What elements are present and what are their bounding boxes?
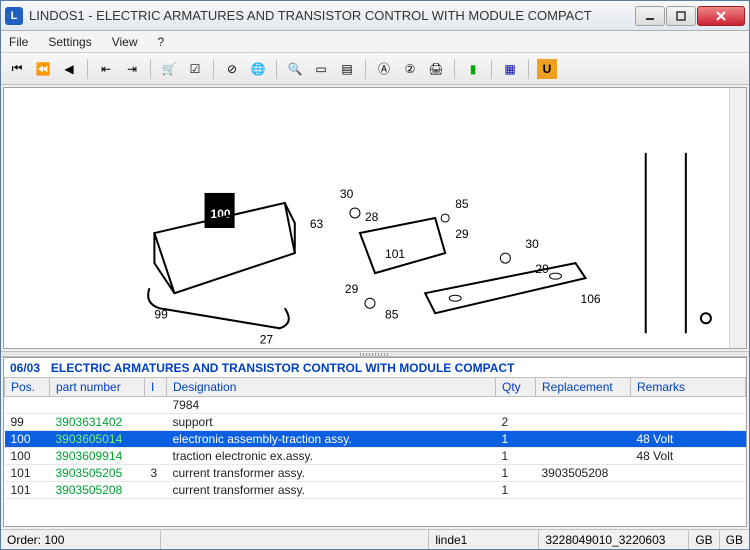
zoom-in-icon[interactable]: 🔍 — [285, 59, 305, 79]
callout-85a: 85 — [455, 197, 469, 211]
callout-85b: 85 — [385, 307, 399, 321]
col-desig[interactable]: Designation — [167, 378, 496, 397]
expand-left-icon[interactable]: ⇤ — [96, 59, 116, 79]
callout-29b: 29 — [535, 262, 549, 276]
u-button-icon[interactable]: U — [537, 59, 557, 79]
menu-view[interactable]: View — [108, 33, 142, 51]
callout-28: 28 — [365, 210, 379, 224]
checklist-icon[interactable]: ☑ — [185, 59, 205, 79]
letter-a-icon[interactable]: Ⓐ — [374, 59, 394, 79]
diagram-pane[interactable]: 100 99 27 63 101 30 28 85 29 106 30 — [3, 87, 747, 349]
col-pos[interactable]: Pos. — [5, 378, 50, 397]
table-row[interactable]: 1003903605014electronic assembly-tractio… — [5, 431, 746, 448]
minimize-button[interactable] — [635, 6, 665, 26]
menubar: File Settings View ? — [1, 31, 749, 53]
callout-63: 63 — [310, 217, 324, 231]
prev-icon[interactable]: ◀ — [59, 59, 79, 79]
table-row[interactable]: 1003903609914traction electronic ex.assy… — [5, 448, 746, 465]
col-qty[interactable]: Qty — [496, 378, 536, 397]
callout-27: 27 — [260, 332, 274, 346]
maximize-button[interactable] — [666, 6, 696, 26]
status-user: linde1 — [429, 530, 539, 549]
callout-106: 106 — [581, 292, 601, 306]
callout-101: 101 — [385, 247, 405, 261]
col-rem[interactable]: Remarks — [631, 378, 746, 397]
menu-help[interactable]: ? — [154, 33, 169, 51]
statusbar: Order: 100 linde1 3228049010_3220603 GB … — [1, 529, 749, 549]
page-icon[interactable]: ▤ — [337, 59, 357, 79]
menu-file[interactable]: File — [5, 33, 32, 51]
status-spacer — [161, 530, 429, 549]
callout-99: 99 — [154, 307, 168, 321]
app-icon: L — [5, 7, 23, 25]
table-row[interactable]: 10139035052053current transformer assy.1… — [5, 465, 746, 482]
callout-29a: 29 — [455, 227, 469, 241]
status-order: Order: 100 — [1, 530, 161, 549]
cart-icon[interactable]: 🛒 — [159, 59, 179, 79]
rewind-icon[interactable]: ⏪ — [33, 59, 53, 79]
table-row[interactable]: 993903631402support2 — [5, 414, 746, 431]
callout-29c: 29 — [345, 282, 359, 296]
window-title: LINDOS1 - ELECTRIC ARMATURES AND TRANSIS… — [29, 8, 635, 23]
print-icon[interactable]: 🖨 — [426, 59, 446, 79]
blue-grid-icon[interactable]: ▦ — [500, 59, 520, 79]
toolbar: ⏮ ⏪ ◀ ⇤ ⇥ 🛒 ☑ ⊘ 🌐 🔍 ▭ ▤ Ⓐ ② 🖨 ▮ ▦ U — [1, 53, 749, 85]
green-flag-icon[interactable]: ▮ — [463, 59, 483, 79]
section-title: 06/03 ELECTRIC ARMATURES AND TRANSISTOR … — [4, 358, 746, 377]
status-gb2: GB — [720, 530, 749, 549]
callout-30b: 30 — [525, 237, 539, 251]
parts-table[interactable]: Pos. part number I Designation Qty Repla… — [4, 377, 746, 499]
app-window: L LINDOS1 - ELECTRIC ARMATURES AND TRANS… — [0, 0, 750, 550]
diagram-scrollbar[interactable] — [729, 88, 746, 348]
titlebar: L LINDOS1 - ELECTRIC ARMATURES AND TRANS… — [1, 1, 749, 31]
table-row[interactable]: 1013903505208current transformer assy.1 — [5, 482, 746, 499]
close-button[interactable] — [697, 6, 745, 26]
col-i[interactable]: I — [145, 378, 167, 397]
callout-30a: 30 — [340, 187, 354, 201]
table-pane: 06/03 ELECTRIC ARMATURES AND TRANSISTOR … — [3, 357, 747, 527]
col-part[interactable]: part number — [50, 378, 145, 397]
menu-settings[interactable]: Settings — [44, 33, 95, 51]
table-row[interactable]: 7984 — [5, 397, 746, 414]
status-gb1: GB — [689, 530, 719, 549]
first-icon[interactable]: ⏮ — [7, 59, 27, 79]
col-repl[interactable]: Replacement — [536, 378, 631, 397]
marker-off-icon[interactable]: ⊘ — [222, 59, 242, 79]
expand-right-icon[interactable]: ⇥ — [122, 59, 142, 79]
status-code: 3228049010_3220603 — [539, 530, 689, 549]
number-2-icon[interactable]: ② — [400, 59, 420, 79]
document-icon[interactable]: ▭ — [311, 59, 331, 79]
globe-icon[interactable]: 🌐 — [248, 59, 268, 79]
